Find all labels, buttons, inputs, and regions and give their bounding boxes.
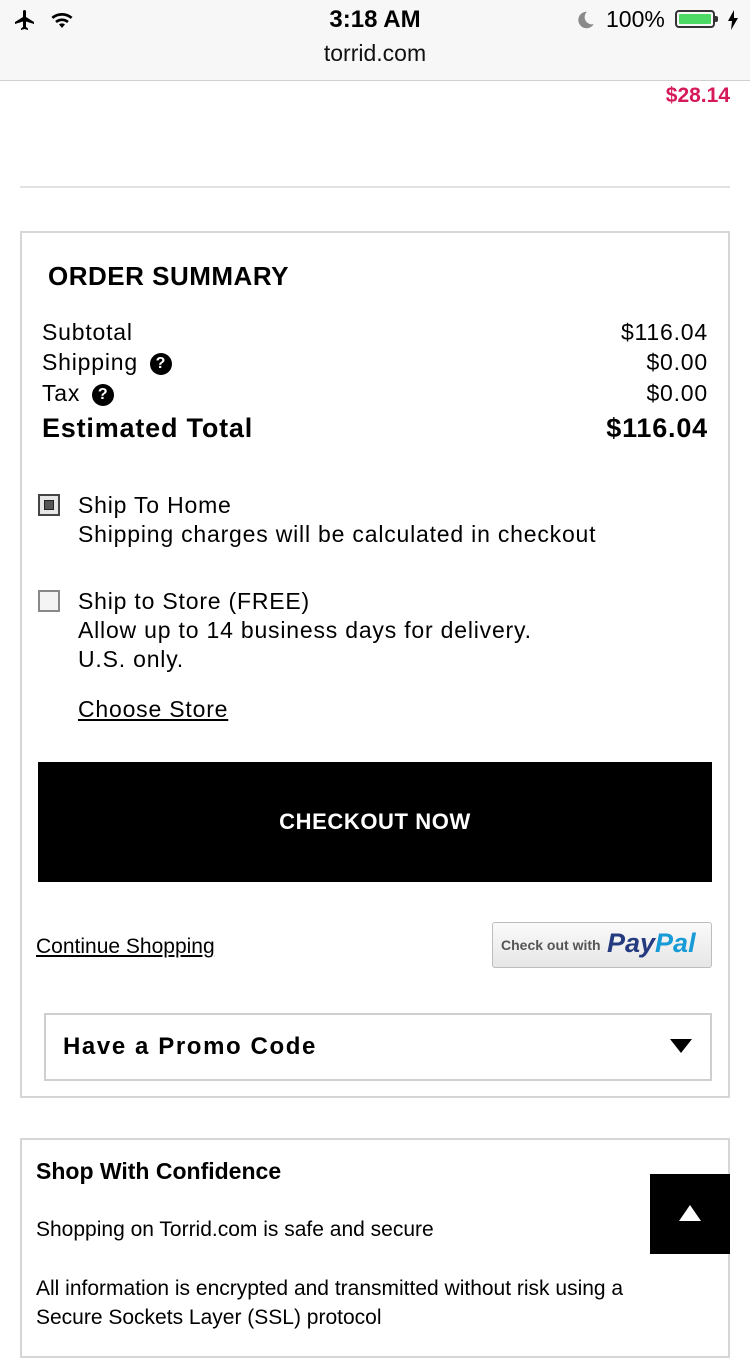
- back-to-top-button[interactable]: [650, 1174, 730, 1254]
- shipping-help-icon[interactable]: ?: [149, 353, 172, 375]
- subtotal-row: Subtotal $116.04: [42, 319, 708, 349]
- estimated-total-label: Estimated Total: [42, 413, 254, 443]
- shipping-value: $0.00: [646, 349, 708, 375]
- shipping-row: Shipping? $0.00: [42, 349, 708, 379]
- subtotal-value: $116.04: [620, 319, 708, 345]
- cart-item-price: $28.14: [665, 84, 730, 107]
- continue-shopping-link[interactable]: Continue Shopping: [36, 935, 215, 959]
- address-bar-url[interactable]: torrid.com: [0, 40, 750, 67]
- paypal-checkout-button[interactable]: Check out with PayPal: [492, 922, 712, 968]
- paypal-prefix-text: Check out with: [501, 937, 601, 953]
- divider: [20, 186, 730, 188]
- charging-bolt-icon: [728, 10, 738, 30]
- confidence-title: Shop With Confidence: [36, 1158, 282, 1184]
- confidence-text-ssl: All information is encrypted and transmi…: [36, 1277, 624, 1329]
- checkout-now-button[interactable]: CHECKOUT NOW: [38, 762, 712, 882]
- promo-code-label: Have a Promo Code: [63, 1033, 317, 1060]
- ship-to-store-region-note: U.S. only.: [78, 646, 184, 672]
- tax-value: $0.00: [646, 380, 708, 406]
- ship-to-home-title: Ship To Home: [78, 492, 232, 518]
- estimated-total-value: $116.04: [606, 413, 708, 443]
- battery-percent: 100%: [606, 6, 665, 32]
- moon-icon: [578, 11, 594, 29]
- ship-to-home-checkbox[interactable]: [38, 494, 60, 516]
- shop-with-confidence-panel: Shop With Confidence Shopping on Torrid.…: [20, 1138, 730, 1358]
- estimated-total-row: Estimated Total $116.04: [42, 413, 708, 443]
- ship-to-store-delivery-note: Allow up to 14 business days for deliver…: [78, 617, 532, 643]
- order-summary-panel: ORDER SUMMARY Subtotal $116.04 Shipping?…: [20, 231, 730, 1098]
- tax-help-icon[interactable]: ?: [92, 384, 115, 406]
- arrow-up-icon: [679, 1205, 701, 1221]
- tax-label: Tax: [42, 380, 81, 406]
- choose-store-link[interactable]: Choose Store: [78, 696, 228, 723]
- status-bar: 3:18 AM torrid.com 100%: [0, 0, 750, 81]
- tax-row: Tax? $0.00: [42, 380, 708, 410]
- paypal-logo: PayPal: [607, 928, 696, 958]
- ship-to-home-note: Shipping charges will be calculated in c…: [78, 521, 597, 547]
- ship-to-store-checkbox[interactable]: [38, 590, 60, 612]
- ship-to-store-title: Ship to Store (FREE): [78, 588, 311, 614]
- battery-icon: [675, 10, 718, 28]
- shipping-label: Shipping: [42, 349, 138, 375]
- order-summary-title: ORDER SUMMARY: [48, 261, 289, 291]
- confidence-text-safe: Shopping on Torrid.com is safe and secur…: [36, 1218, 434, 1241]
- caret-down-icon: [670, 1039, 692, 1053]
- subtotal-label: Subtotal: [42, 319, 133, 345]
- promo-code-dropdown[interactable]: Have a Promo Code: [44, 1013, 712, 1081]
